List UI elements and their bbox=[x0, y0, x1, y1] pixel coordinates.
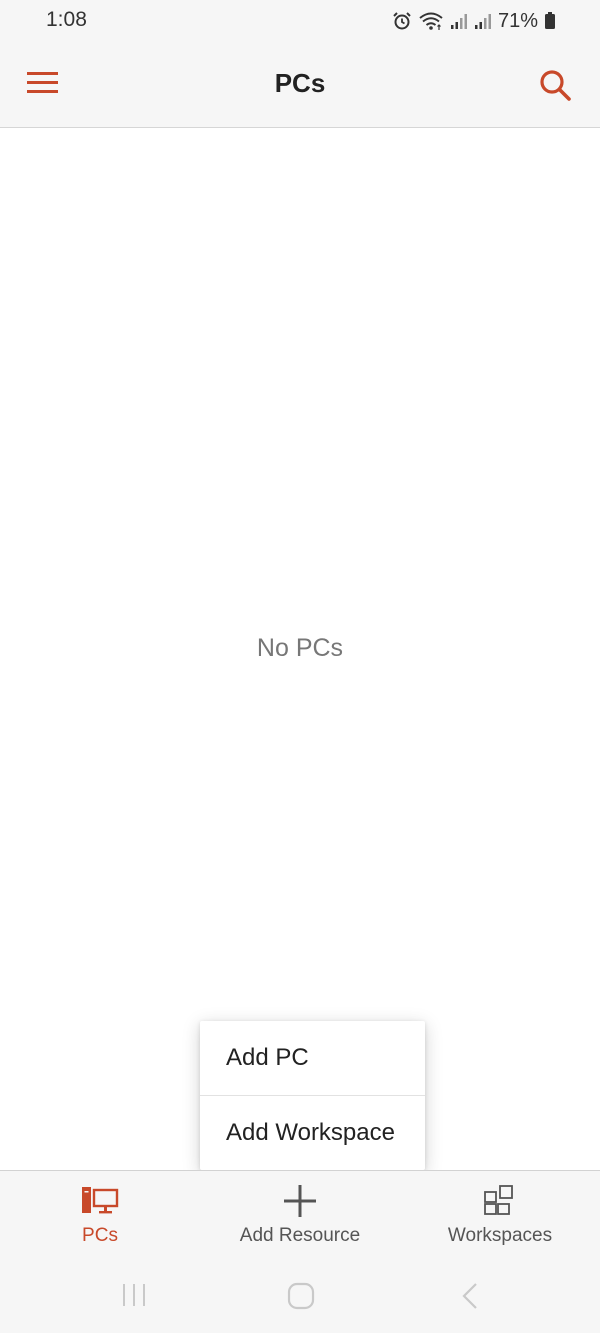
add-pc-menu-item[interactable]: Add PC bbox=[200, 1021, 425, 1095]
battery-icon bbox=[544, 12, 556, 30]
tab-workspaces[interactable]: Workspaces bbox=[400, 1171, 600, 1257]
wifi-icon bbox=[418, 11, 444, 31]
battery-percentage: 71% bbox=[497, 9, 538, 32]
status-icons: 71% bbox=[392, 9, 556, 33]
app-bar: PCs bbox=[0, 44, 600, 128]
home-icon[interactable] bbox=[286, 1282, 316, 1315]
tab-pcs[interactable]: PCs bbox=[0, 1171, 200, 1257]
tab-pcs-label: PCs bbox=[82, 1225, 118, 1246]
page-title: PCs bbox=[274, 68, 326, 98]
workspaces-icon bbox=[400, 1185, 600, 1217]
tab-add-resource[interactable]: Add Resource bbox=[200, 1171, 400, 1257]
status-bar: 1:08 71% bbox=[0, 0, 600, 44]
signal-icon bbox=[450, 12, 468, 30]
back-icon[interactable] bbox=[458, 1282, 484, 1315]
add-resource-popup-menu: Add PC Add Workspace bbox=[200, 1021, 425, 1170]
tab-add-resource-label: Add Resource bbox=[239, 1225, 361, 1246]
recent-apps-icon[interactable] bbox=[120, 1282, 150, 1313]
signal-icon bbox=[474, 12, 492, 30]
plus-icon bbox=[200, 1185, 400, 1217]
pc-icon bbox=[0, 1185, 200, 1217]
system-navigation-bar bbox=[0, 1256, 600, 1333]
add-workspace-menu-item[interactable]: Add Workspace bbox=[200, 1095, 425, 1169]
search-icon[interactable] bbox=[536, 66, 576, 106]
alarm-icon bbox=[392, 11, 412, 31]
status-time: 1:08 bbox=[46, 8, 87, 31]
tab-workspaces-label: Workspaces bbox=[447, 1225, 553, 1246]
empty-state-message: No PCs bbox=[256, 634, 344, 662]
bottom-navigation: PCs Add Resource Workspaces bbox=[0, 1170, 600, 1257]
